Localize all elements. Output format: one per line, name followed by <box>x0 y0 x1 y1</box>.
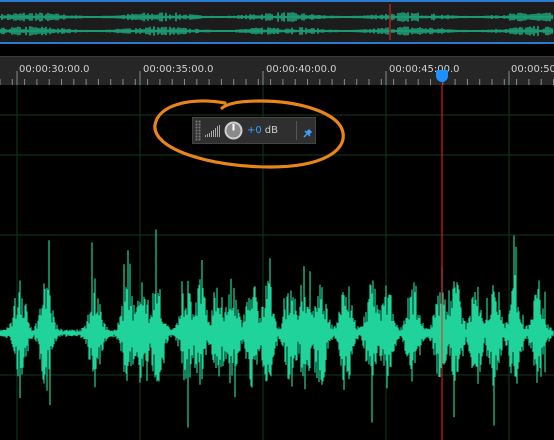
audio-editor: 00:00:30:00.0 00:00:35:00.0 00:00:40:00.… <box>0 0 554 440</box>
waveform-path <box>0 229 554 428</box>
overview-waveform[interactable] <box>0 0 554 44</box>
ruler-label-45s: 00:00:45:00.0 <box>389 64 460 75</box>
ruler-label-35s: 00:00:35:00.0 <box>143 64 214 75</box>
pin-icon[interactable] <box>301 124 313 138</box>
level-meter-icon <box>205 124 221 137</box>
ruler-label-40s: 00:00:40:00.0 <box>266 64 337 75</box>
playhead-handle[interactable] <box>436 70 448 82</box>
hud-volume-control[interactable]: +0 dB <box>192 117 316 144</box>
grip-icon[interactable] <box>195 120 201 141</box>
ruler-label-50s: 00:00:50 <box>511 64 554 75</box>
overview-waveform-graphic <box>0 0 554 44</box>
ruler-label-30s: 00:00:30:00.0 <box>19 64 90 75</box>
gain-value[interactable]: +0 <box>247 125 262 136</box>
hud-divider <box>296 121 297 140</box>
volume-knob-icon[interactable] <box>224 121 243 140</box>
gain-unit: dB <box>264 125 278 136</box>
time-ruler[interactable]: 00:00:30:00.0 00:00:35:00.0 00:00:40:00.… <box>0 56 554 86</box>
